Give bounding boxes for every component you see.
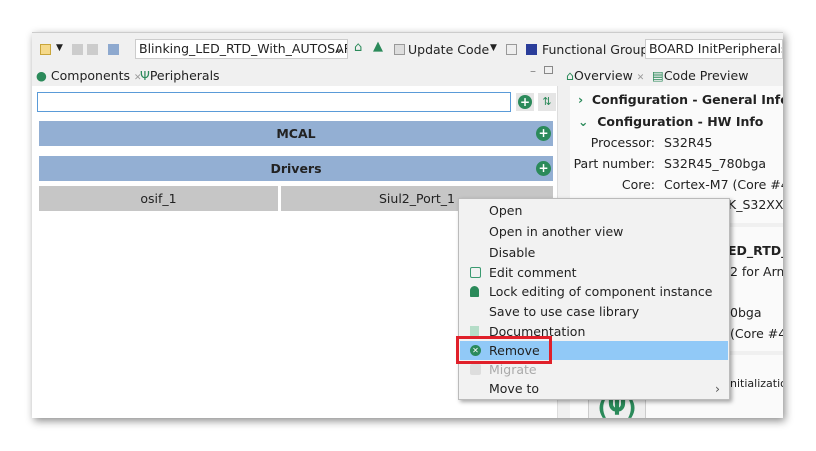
add-component-button[interactable]: + [516,93,534,111]
project-select[interactable]: Blinking_LED_RTD_With_AUTOSAR_I ⌄ [135,39,348,59]
update-code-button[interactable]: Update Code [408,42,489,57]
close-icon[interactable]: ✕ [637,73,645,83]
menu-item-open[interactable]: Open [460,201,728,220]
tab-code-preview[interactable]: ▤Code Preview [652,68,748,83]
partial-text: (Core #4) [730,326,783,341]
project-name: Blinking_LED_RTD_With_AUTOSAR_I [139,41,348,56]
add-driver-button[interactable]: + [536,161,551,176]
component-search-input[interactable] [37,92,511,112]
menu-label: Edit comment [489,265,577,280]
components-icon: ● [36,68,47,83]
hw-label: Core: [621,177,655,192]
tab-overview[interactable]: ⌂Overview ✕ [566,68,644,83]
functional-group-icon [526,44,537,55]
menu-item-edit-comment[interactable]: Edit comment [460,263,728,282]
home-icon[interactable]: ⌂ [354,40,362,55]
menu-item-lock-editing[interactable]: Lock editing of component instance [460,282,728,301]
group-mcal[interactable]: MCAL + [39,121,553,146]
code-icon[interactable] [506,44,517,55]
minimize-icon[interactable]: – [530,64,536,78]
chevron-down-icon: ⌄ [578,114,589,129]
tab-label: Overview [573,68,633,83]
menu-item-save-to-library[interactable]: Save to use case library [460,302,728,321]
section-hw-info[interactable]: ⌄ Configuration - HW Info [578,114,763,129]
home-icon: ⌂ [566,68,574,83]
tab-label: Components [50,68,130,83]
partial-text: K_S32XX_4 [728,197,783,212]
migrate-icon [470,364,481,375]
maximize-icon[interactable] [544,66,553,74]
partial-text: ED_RTD_V [728,243,783,258]
plus-icon: + [518,95,532,109]
dropdown-arrow-icon[interactable]: ▼ [56,43,63,53]
comment-icon [470,267,481,278]
new-config-icon[interactable] [40,44,51,55]
hw-label: Part number: [573,156,655,171]
functional-group-label: Functional Group [542,42,649,57]
menu-label: Migrate [489,362,537,377]
update-code-icon [394,44,405,55]
menu-label: Lock editing of component instance [489,284,713,299]
chevron-down-icon: ⌄ [333,41,344,56]
add-mcal-button[interactable]: + [536,126,551,141]
save-all-icon[interactable] [87,44,98,55]
warning-icon[interactable]: ▲ [373,39,383,54]
sort-button[interactable]: ⇅ [538,93,556,111]
menu-item-disable[interactable]: Disable [460,243,728,262]
functional-group-select[interactable]: BOARD InitPeripherals [645,39,783,59]
section-title: Configuration - General Info [591,92,783,107]
menu-label: Open [489,203,523,218]
component-osif-1[interactable]: osif_1 [39,186,278,211]
lock-icon [470,286,479,297]
menu-label: Disable [489,245,536,260]
partial-text: nitialization [730,377,783,390]
tab-peripherals[interactable]: ΨPeripherals [140,68,220,83]
toolbar: ▼ Blinking_LED_RTD_With_AUTOSAR_I ⌄ ⌂ ▲ U… [32,32,783,64]
hw-value: S32R45 [664,135,713,150]
partial-text: 0bga [730,305,762,320]
menu-item-move-to[interactable]: Move to › [460,379,728,398]
tab-components[interactable]: ● Components ✕ [36,68,142,83]
build-icon[interactable] [108,44,119,55]
menu-label: Move to [489,381,540,396]
partial-text: .2 for Arm [726,264,783,279]
tab-label: Peripherals [149,68,220,83]
update-code-dropdown-icon[interactable]: ▼ [490,43,497,53]
context-menu: Open Open in another view Disable Edit c… [458,198,730,400]
group-label: Drivers [270,161,322,176]
menu-item-open-in-another-view[interactable]: Open in another view [460,222,728,241]
submenu-arrow-icon: › [715,381,720,396]
menu-label: Save to use case library [489,304,640,319]
group-label: MCAL [276,126,316,141]
hw-value: Cortex-M7 (Core #4) [664,177,783,192]
menu-label: Open in another view [489,224,624,239]
group-drivers[interactable]: Drivers + [39,156,553,181]
hw-value: S32R45_780bga [664,156,767,171]
peripherals-icon: Ψ [140,68,150,83]
annotation-highlight-box [456,336,552,364]
hw-label: Processor: [590,135,655,150]
chevron-right-icon: › [578,92,584,107]
code-icon: ▤ [652,68,664,83]
section-general-info[interactable]: › Configuration - General Info [578,92,783,107]
section-title: Configuration - HW Info [597,114,764,129]
save-icon[interactable] [72,44,83,55]
tab-label: Code Preview [663,68,749,83]
